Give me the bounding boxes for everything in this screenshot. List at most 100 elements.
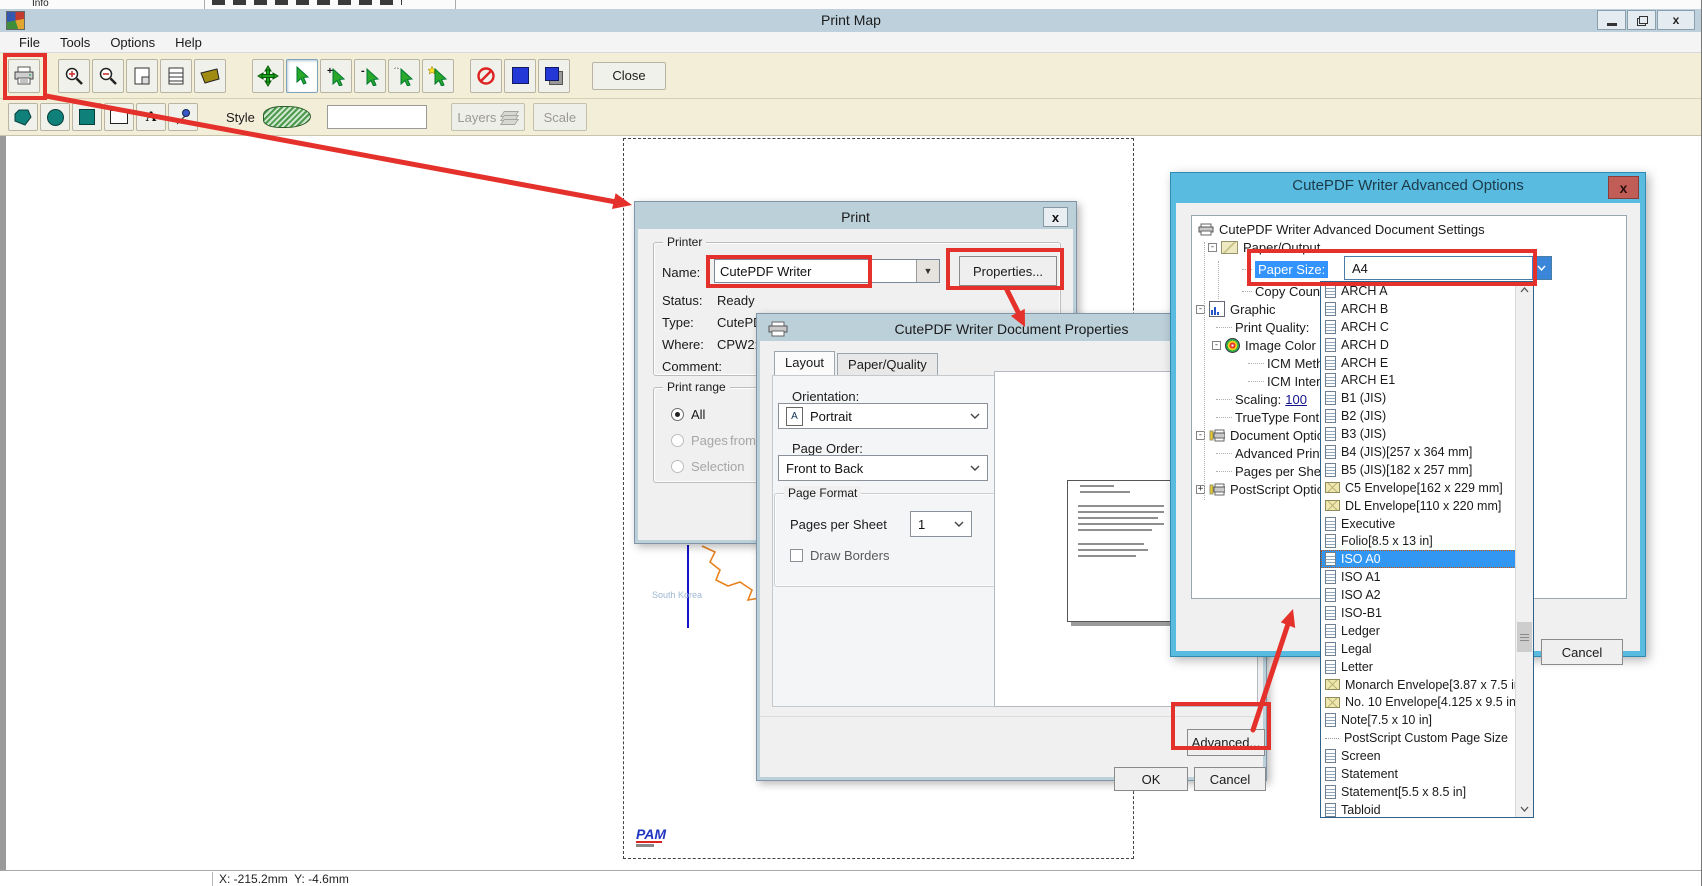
paper-size-item[interactable]: Note[7.5 x 10 in] <box>1321 711 1516 729</box>
list-scrollbar[interactable] <box>1515 282 1533 817</box>
page-setup-button[interactable] <box>126 59 158 93</box>
paper-size-item[interactable]: ISO A1 <box>1321 568 1516 586</box>
paper-size-item[interactable]: B1 (JIS) <box>1321 389 1516 407</box>
scaling-value[interactable]: 100 <box>1285 392 1307 407</box>
paper-size-item-label: ISO-B1 <box>1341 606 1382 620</box>
paper-size-item[interactable]: ARCH B <box>1321 300 1516 318</box>
paper-size-item[interactable]: Tabloid <box>1321 801 1516 817</box>
paper-size-item[interactable]: Ledger <box>1321 622 1516 640</box>
menu-file[interactable]: File <box>10 33 49 52</box>
orientation-combobox[interactable]: A Portrait <box>778 403 988 429</box>
paper-size-item[interactable]: B2 (JIS) <box>1321 407 1516 425</box>
zoom-in-button[interactable] <box>58 59 90 93</box>
pages-radio[interactable] <box>671 434 684 447</box>
advanced-cancel-button[interactable]: Cancel <box>1541 639 1623 665</box>
tree-root[interactable]: CutePDF Writer Advanced Document Setting… <box>1192 220 1626 238</box>
draw-borders-checkbox[interactable] <box>790 549 803 562</box>
close-window-button[interactable]: x <box>1657 10 1695 30</box>
all-radio[interactable] <box>671 408 684 421</box>
chevron-down-icon[interactable] <box>1532 257 1551 279</box>
paper-size-item[interactable]: B4 (JIS)[257 x 364 mm] <box>1321 443 1516 461</box>
polygon-select-button[interactable] <box>194 59 226 93</box>
paper-size-item[interactable]: Screen <box>1321 747 1516 765</box>
restore-button[interactable] <box>1627 10 1656 30</box>
combo-dropdown-icon[interactable]: ▼ <box>916 260 939 282</box>
menu-tools[interactable]: Tools <box>51 33 99 52</box>
pan-button[interactable] <box>252 59 284 93</box>
background-tab-info[interactable]: Info <box>32 0 49 9</box>
paper-size-item[interactable]: B5 (JIS)[182 x 257 mm] <box>1321 461 1516 479</box>
print-dialog-close-button[interactable]: x <box>1043 207 1068 227</box>
order-button[interactable] <box>538 59 570 93</box>
style-name-input[interactable] <box>327 105 427 129</box>
select-add-button[interactable]: + <box>320 59 352 93</box>
page-order-combobox[interactable]: Front to Back <box>778 455 988 481</box>
properties-button[interactable]: Properties... <box>959 256 1057 286</box>
scroll-up-button[interactable] <box>1516 282 1533 298</box>
paper-size-item[interactable]: Executive <box>1321 515 1516 533</box>
paper-size-item[interactable]: ARCH A <box>1321 282 1516 300</box>
select-new-button[interactable] <box>422 59 454 93</box>
paper-size-item[interactable]: ARCH E1 <box>1321 371 1516 389</box>
print-dialog-titlebar[interactable]: Print <box>638 205 1073 229</box>
ok-button[interactable]: OK <box>1114 767 1188 791</box>
pages-per-sheet-combobox[interactable]: 1 <box>910 511 972 537</box>
paper-size-item[interactable]: ARCH C <box>1321 318 1516 336</box>
paper-size-item[interactable]: No. 10 Envelope[4.125 x 9.5 in] <box>1321 693 1516 711</box>
layers-button[interactable]: Layers <box>451 103 525 131</box>
selection-radio[interactable] <box>671 460 684 473</box>
advanced-options-close-button[interactable]: x <box>1608 176 1639 199</box>
document-icon <box>1325 391 1336 405</box>
paper-size-item[interactable]: C5 Envelope[162 x 229 mm] <box>1321 479 1516 497</box>
scale-button[interactable]: Scale <box>533 103 587 131</box>
fill-color-button[interactable] <box>504 59 536 93</box>
menu-options[interactable]: Options <box>101 33 164 52</box>
close-button[interactable]: Close <box>592 62 666 90</box>
text-tool-button[interactable]: A <box>136 103 166 131</box>
tree-item-paper-output[interactable]: - Paper/Output <box>1192 238 1626 256</box>
scrollbar-thumb[interactable] <box>1517 622 1532 652</box>
pushpin-button[interactable] <box>168 103 198 131</box>
menu-help[interactable]: Help <box>166 33 211 52</box>
paper-size-item[interactable]: ISO-B1 <box>1321 604 1516 622</box>
tab-paper-quality[interactable]: Paper/Quality <box>837 353 938 376</box>
zoom-out-button[interactable] <box>92 59 124 93</box>
toolbar-main: + - ´` <box>0 53 1702 99</box>
square-shape-button[interactable] <box>72 103 102 131</box>
advanced-button[interactable]: Advanced... <box>1187 729 1265 756</box>
paper-size-item[interactable]: Legal <box>1321 640 1516 658</box>
scroll-down-button[interactable] <box>1516 801 1533 817</box>
paper-size-item[interactable]: B3 (JIS) <box>1321 425 1516 443</box>
select-edit-button[interactable]: ´` <box>388 59 420 93</box>
style-button[interactable]: Style <box>226 106 311 128</box>
paper-size-item[interactable]: Letter <box>1321 658 1516 676</box>
page-layout-button[interactable] <box>160 59 192 93</box>
tab-layout[interactable]: Layout <box>774 351 835 376</box>
tree-item-paper-size[interactable]: Paper Size: A4 <box>1192 256 1626 282</box>
select-cursor-button[interactable] <box>286 59 318 93</box>
paper-size-item[interactable]: Monarch Envelope[3.87 x 7.5 in] <box>1321 676 1516 694</box>
select-remove-button[interactable]: - <box>354 59 386 93</box>
paper-size-item[interactable]: ISO A0 <box>1321 550 1516 568</box>
cancel-button[interactable]: Cancel <box>1194 767 1266 791</box>
paper-size-item[interactable]: PostScript Custom Page Size <box>1321 729 1516 747</box>
lined-page-icon <box>167 66 185 86</box>
paper-size-item[interactable]: Statement <box>1321 765 1516 783</box>
paper-size-item[interactable]: ARCH D <box>1321 336 1516 354</box>
circle-shape-button[interactable] <box>40 103 70 131</box>
minimize-button[interactable] <box>1597 10 1626 30</box>
pentagon-shape-button[interactable] <box>8 103 38 131</box>
rectangle-outline-button[interactable] <box>104 103 134 131</box>
collapse-icon[interactable]: - <box>1208 243 1217 252</box>
paper-size-item[interactable]: Folio[8.5 x 13 in] <box>1321 532 1516 550</box>
print-button[interactable] <box>8 59 40 93</box>
delete-selection-button[interactable] <box>470 59 502 93</box>
all-radio-label[interactable]: All <box>691 407 705 422</box>
paper-size-item[interactable]: ARCH E <box>1321 354 1516 372</box>
paper-size-combobox[interactable]: A4 <box>1344 256 1552 280</box>
printer-name-combobox[interactable]: CutePDF Writer ▼ <box>714 259 940 283</box>
paper-size-item[interactable]: Statement[5.5 x 8.5 in] <box>1321 783 1516 801</box>
paper-size-item[interactable]: DL Envelope[110 x 220 mm] <box>1321 497 1516 515</box>
collapse-icon[interactable]: - <box>1212 341 1221 350</box>
paper-size-item[interactable]: ISO A2 <box>1321 586 1516 604</box>
